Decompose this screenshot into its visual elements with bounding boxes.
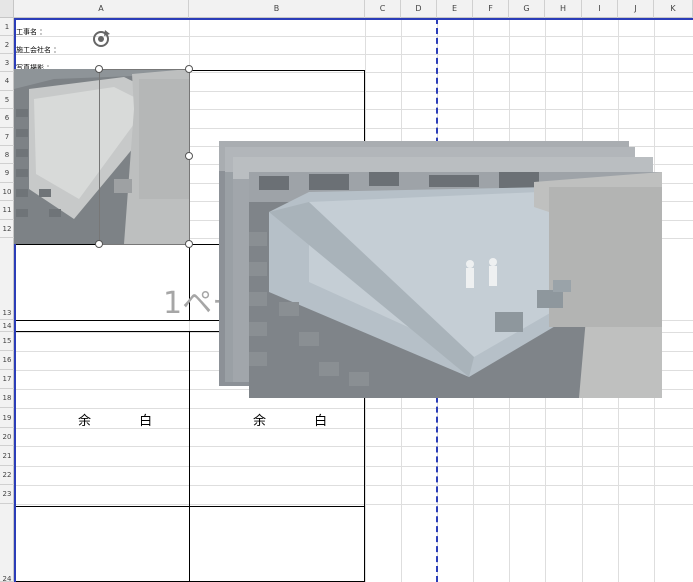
spreadsheet: A B C D E F G H I J K 1 2 3 4 5 6 7 8 9 … — [0, 0, 693, 582]
bottom-box-left — [14, 506, 190, 582]
column-header-h[interactable]: H — [545, 0, 582, 18]
row-header-13[interactable]: 13 — [0, 238, 14, 320]
cell-project-name[interactable]: 工事名 ： — [16, 27, 46, 37]
row-header-7[interactable]: 7 — [0, 128, 14, 146]
row-header-9[interactable]: 9 — [0, 164, 14, 183]
row-header-3[interactable]: 3 — [0, 54, 14, 72]
cell-contractor[interactable]: 施工会社名 ： — [16, 45, 60, 55]
row-header-1[interactable]: 1 — [0, 18, 14, 36]
column-header-c[interactable]: C — [365, 0, 401, 18]
row-header-11[interactable]: 11 — [0, 201, 14, 220]
blank-label-left: 余 白 — [78, 414, 175, 429]
resize-handle-top-right[interactable] — [185, 65, 193, 73]
row-header-23[interactable]: 23 — [0, 485, 14, 504]
rooftop-photo-main[interactable] — [249, 172, 662, 398]
row-header-6[interactable]: 6 — [0, 109, 14, 128]
row-header-21[interactable]: 21 — [0, 446, 14, 466]
column-header-g[interactable]: G — [509, 0, 545, 18]
row-header-4[interactable]: 4 — [0, 72, 14, 91]
row-header-10[interactable]: 10 — [0, 183, 14, 201]
row-header-5[interactable]: 5 — [0, 91, 14, 109]
resize-handle-top-left[interactable] — [95, 65, 103, 73]
row-header-14[interactable]: 14 — [0, 320, 14, 332]
row-header-18[interactable]: 18 — [0, 389, 14, 408]
column-header-k[interactable]: K — [654, 0, 693, 18]
column-header-a[interactable]: A — [14, 0, 189, 18]
row-header-15[interactable]: 15 — [0, 332, 14, 351]
rotate-icon[interactable] — [90, 28, 112, 50]
row-header-8[interactable]: 8 — [0, 146, 14, 164]
column-header-f[interactable]: F — [473, 0, 509, 18]
selection-frame — [99, 69, 190, 245]
column-header-d[interactable]: D — [401, 0, 437, 18]
column-header-j[interactable]: J — [618, 0, 654, 18]
page-break-top — [14, 18, 693, 20]
row-header-bar: 1 2 3 4 5 6 7 8 9 10 11 12 13 14 15 16 1… — [0, 18, 14, 582]
row-header-22[interactable]: 22 — [0, 466, 14, 485]
resize-handle-bottom-right[interactable] — [185, 240, 193, 248]
resize-handle-bottom-left[interactable] — [95, 240, 103, 248]
row-header-12[interactable]: 12 — [0, 220, 14, 238]
blank-label-right: 余 白 — [253, 414, 350, 429]
row-header-2[interactable]: 2 — [0, 36, 14, 54]
resize-handle-right[interactable] — [185, 152, 193, 160]
column-header-i[interactable]: I — [582, 0, 618, 18]
row-header-17[interactable]: 17 — [0, 370, 14, 389]
row-header-20[interactable]: 20 — [0, 428, 14, 446]
column-header-bar: A B C D E F G H I J K — [14, 0, 693, 18]
column-header-b[interactable]: B — [189, 0, 365, 18]
column-header-e[interactable]: E — [437, 0, 473, 18]
select-all-corner[interactable] — [0, 0, 14, 18]
row-header-24[interactable]: 24 — [0, 504, 14, 582]
bottom-box-right — [189, 506, 365, 582]
row-header-16[interactable]: 16 — [0, 351, 14, 370]
row-header-19[interactable]: 19 — [0, 408, 14, 428]
